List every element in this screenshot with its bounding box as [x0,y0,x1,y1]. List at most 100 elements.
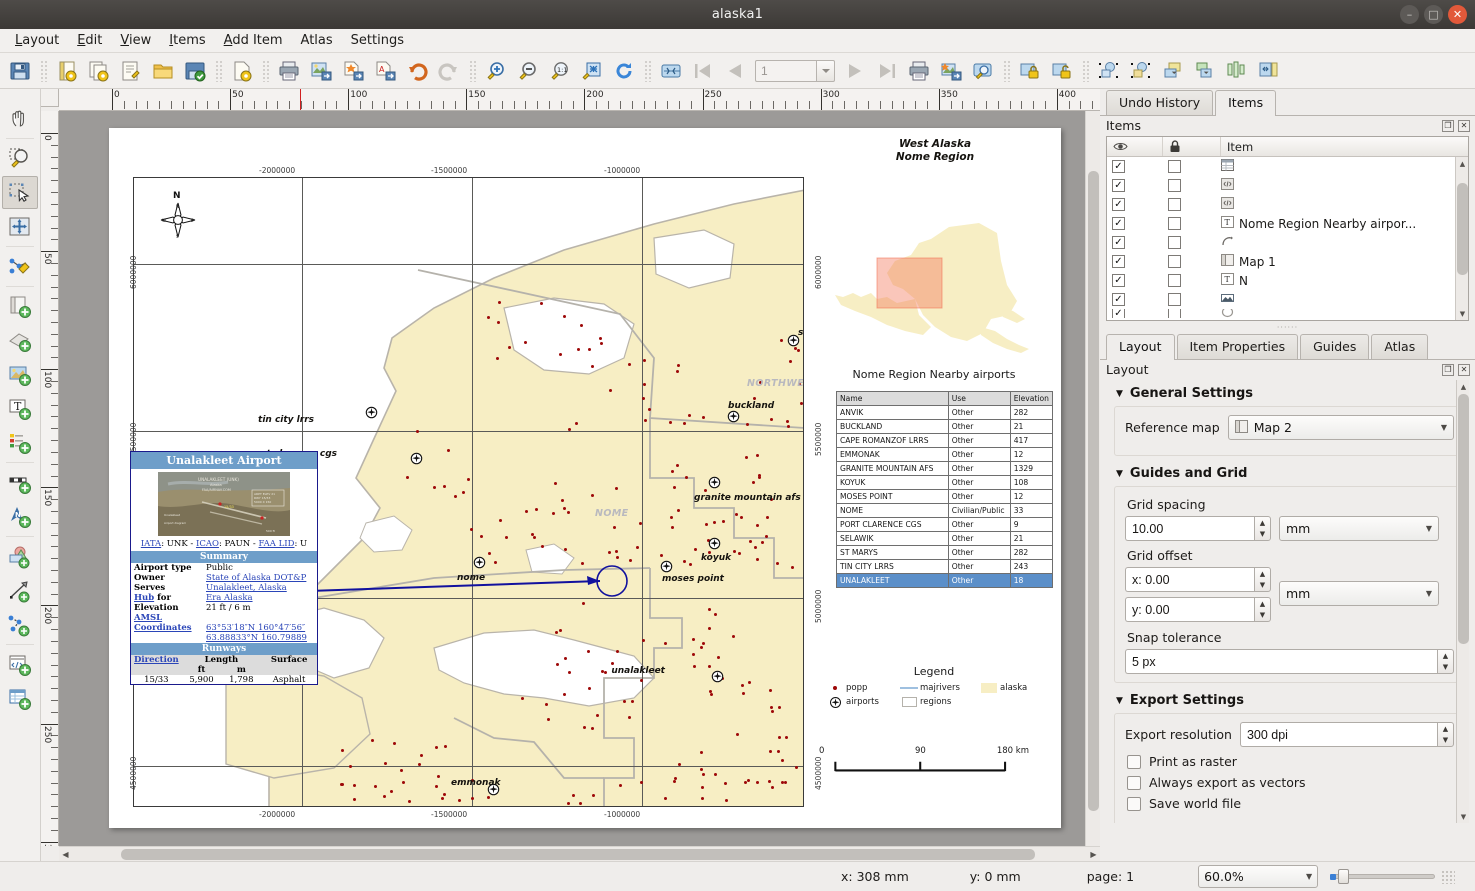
hand-icon[interactable] [2,102,38,135]
chevron-down-icon[interactable]: ▼ [1457,810,1469,823]
select-arrow-icon[interactable] [2,176,38,209]
printer-icon[interactable] [274,56,304,86]
items-list-scrollbar[interactable]: ▲ ▼ [1455,157,1468,320]
minimize-button[interactable]: – [1400,5,1419,24]
add-map-icon[interactable] [2,290,38,323]
general-settings-group-header[interactable]: ▼ General Settings [1106,380,1469,406]
atlas-settings-icon[interactable] [656,56,686,86]
legend-item[interactable]: Legend popp airports [824,665,1044,709]
snap-tolerance-spinbox[interactable]: ▲▼ [1125,649,1454,674]
scrollbar-thumb[interactable] [1458,394,1469,644]
menu-items[interactable]: Items [160,31,214,50]
attribute-table-row[interactable]: KOYUKOther108 [837,476,1053,490]
print-as-raster-row[interactable]: Print as raster [1127,754,1454,769]
items-list-row[interactable]: ✓TN [1107,271,1468,290]
guides-grid-group-header[interactable]: ▼ Guides and Grid [1106,460,1469,486]
add-legend-icon[interactable] [2,426,38,459]
coordinates-dms[interactable]: 63°53′18″N 160°47′56″ [206,623,305,633]
add-3dmap-icon[interactable] [2,324,38,357]
undock-icon[interactable]: ❐ [1442,364,1454,376]
items-list-row[interactable]: ✓ [1107,233,1468,252]
attribute-table-row[interactable]: UNALAKLEETOther18 [837,574,1053,588]
item-lock-checkbox[interactable] [1168,255,1181,268]
group-icon[interactable] [1094,56,1124,86]
add-picture-icon[interactable] [2,358,38,391]
panel-splitter[interactable]: ······ [1106,323,1469,331]
unlock-icon[interactable] [1047,56,1077,86]
lock-icon[interactable] [1015,56,1045,86]
item-lock-checkbox[interactable] [1168,274,1181,287]
item-lock-checkbox[interactable] [1168,198,1181,211]
chevron-down-icon[interactable]: ▼ [1116,469,1123,479]
add-north-arrow-icon[interactable]: N [2,500,38,533]
add-label-icon[interactable]: T [2,392,38,425]
zoom-in-icon[interactable] [481,56,511,86]
attribute-table-row[interactable]: NOMECivilian/Public33 [837,504,1053,518]
add-scalebar-icon[interactable] [2,466,38,499]
grid-offset-units-combo[interactable]: mm ▼ [1279,581,1439,606]
menu-view[interactable]: View [111,31,160,50]
grid-spacing-input[interactable] [1125,516,1254,541]
add-attribute-table-icon[interactable] [2,682,38,715]
print-as-raster-checkbox[interactable] [1127,755,1141,769]
item-visibility-checkbox[interactable]: ✓ [1112,255,1125,268]
chevron-down-icon[interactable]: ▼ [1306,872,1312,881]
coordinates-decimal[interactable]: 63.88833°N 160.79889 [206,633,307,643]
direction-link[interactable]: Direction [134,655,179,665]
item-visibility-checkbox[interactable]: ✓ [1112,198,1125,211]
chevron-down-icon[interactable]: ▼ [1441,423,1447,432]
always-export-vectors-row[interactable]: Always export as vectors [1127,775,1454,790]
chevron-up-icon[interactable]: ▲ [1457,380,1469,393]
attribute-table-row[interactable]: TIN CITY LRRSOther243 [837,560,1053,574]
new-report-icon[interactable] [227,56,257,86]
resize-grip[interactable] [1441,870,1455,884]
items-list-row[interactable]: ✓ [1107,309,1468,318]
new-layout-icon[interactable] [52,56,82,86]
spin-up-icon[interactable]: ▲ [1255,517,1270,529]
item-lock-checkbox[interactable] [1168,179,1181,192]
close-icon[interactable]: ✕ [1458,120,1470,132]
serves-link[interactable]: Unalakleet, Alaska [206,583,287,593]
north-arrow-picture[interactable]: N N S W E [156,188,200,244]
folder-icon[interactable] [148,56,178,86]
attribute-table-row[interactable]: ST MARYSOther282 [837,546,1053,560]
spin-down-icon[interactable]: ▼ [1438,735,1453,747]
zoom-100-icon[interactable]: 1:1 [545,56,575,86]
item-visibility-checkbox[interactable]: ✓ [1112,236,1125,249]
tab-guides[interactable]: Guides [1300,334,1369,359]
zoom-slider-handle[interactable] [1338,869,1349,884]
align-items-icon[interactable] [1222,56,1252,86]
item-lock-checkbox[interactable] [1168,236,1181,249]
atlas-print-icon[interactable] [904,56,934,86]
save-world-file-row[interactable]: Save world file [1127,796,1454,811]
zoom-level-combo[interactable]: 60.0% ▼ [1198,865,1318,888]
items-list-row[interactable]: ✓ [1107,157,1468,176]
icao-link[interactable]: ICAO [196,539,219,549]
undo-icon[interactable] [402,56,432,86]
export-resolution-input[interactable] [1240,722,1437,747]
chevron-down-icon[interactable]: ▼ [1426,589,1432,598]
zoom-fit-icon[interactable] [577,56,607,86]
scrollbar-thumb[interactable] [121,849,1035,860]
menu-layout[interactable]: Layout [6,31,68,50]
attribute-table-row[interactable]: MOSES POINTOther12 [837,490,1053,504]
grid-spacing-units-combo[interactable]: mm ▼ [1279,516,1439,541]
chevron-down-icon[interactable]: ▼ [1426,524,1432,533]
item-lock-checkbox[interactable] [1168,160,1181,173]
hub-link[interactable]: Hub [134,593,154,603]
move-content-icon[interactable] [2,210,38,243]
item-visibility-checkbox[interactable]: ✓ [1112,160,1125,173]
save-world-file-checkbox[interactable] [1127,797,1141,811]
chevron-down-icon[interactable] [817,60,835,82]
add-node-item-icon[interactable] [2,608,38,641]
add-html-icon[interactable] [2,648,38,681]
faa-lid-link[interactable]: FAA LID [258,539,294,549]
grid-spacing-spinbox[interactable]: ▲▼ [1125,516,1271,541]
attribute-table-frame[interactable]: Name Use Elevation ANVIKOther282BUCKLAND… [836,391,1053,588]
amsl-link[interactable]: AMSL [134,613,162,623]
item-lock-checkbox[interactable] [1168,217,1181,230]
export-svg-icon[interactable] [338,56,368,86]
close-icon[interactable]: ✕ [1458,364,1470,376]
edit-nodes-icon[interactable] [2,250,38,283]
item-visibility-checkbox[interactable]: ✓ [1112,309,1125,318]
